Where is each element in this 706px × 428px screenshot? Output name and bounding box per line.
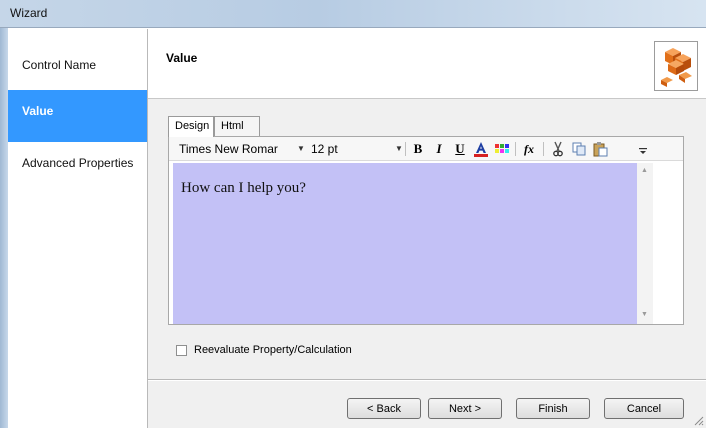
reevaluate-option: Reevaluate Property/Calculation [176, 344, 352, 356]
cubes-icon [661, 48, 692, 87]
highlight-color-button[interactable] [493, 140, 511, 158]
editor-toolbar: Times New Romar ▼ 12 pt ▼ B I U fx [169, 137, 683, 161]
font-family-select[interactable]: Times New Romar [179, 142, 278, 156]
editor-content[interactable]: How can I help you? [173, 163, 637, 324]
sidebar-item-label: Value [22, 104, 54, 118]
page-header: Value [148, 29, 706, 99]
divider-highlight [148, 380, 706, 381]
font-color-button[interactable] [472, 140, 490, 158]
scroll-up-icon[interactable]: ▲ [641, 167, 648, 174]
paste-button[interactable] [591, 140, 609, 158]
tab-html[interactable]: Html [214, 116, 260, 136]
copy-button[interactable] [570, 140, 588, 158]
toolbar-divider [515, 142, 516, 156]
chevron-down-icon[interactable]: ▼ [395, 144, 403, 153]
cancel-button[interactable]: Cancel [604, 398, 684, 419]
font-color-icon [474, 142, 488, 157]
copy-icon [572, 142, 586, 156]
toolbar-divider [543, 142, 544, 156]
bold-button[interactable]: B [409, 140, 427, 158]
wizard-logo [654, 41, 698, 91]
toolbar-divider [405, 142, 406, 156]
paste-icon [593, 142, 608, 157]
sidebar-item-advanced-properties[interactable]: Advanced Properties [8, 137, 147, 189]
overflow-chevron-icon [639, 148, 647, 154]
italic-button[interactable]: I [430, 140, 448, 158]
editor-text: How can I help you? [181, 180, 306, 196]
sidebar-item-control-name[interactable]: Control Name [8, 39, 147, 91]
editor-scrollbar[interactable]: ▲ ▼ [637, 163, 653, 324]
chevron-down-icon[interactable]: ▼ [297, 144, 305, 153]
cut-button[interactable] [549, 140, 567, 158]
color-grid-icon [495, 144, 509, 153]
next-button[interactable]: Next > [428, 398, 502, 419]
window-frame [0, 28, 8, 428]
sidebar-item-label: Control Name [22, 58, 97, 72]
formula-button[interactable]: fx [520, 140, 538, 158]
tab-label: Html [221, 120, 244, 132]
sidebar-item-label: Advanced Properties [22, 156, 134, 170]
reevaluate-label: Reevaluate Property/Calculation [194, 344, 352, 356]
finish-button[interactable]: Finish [516, 398, 590, 419]
tab-label: Design [175, 120, 210, 132]
page-title: Value [166, 51, 198, 65]
window-title: Wizard [10, 6, 48, 20]
scroll-down-icon[interactable]: ▼ [641, 311, 648, 318]
back-button[interactable]: < Back [347, 398, 421, 419]
title-bar: Wizard [0, 0, 706, 28]
toolbar-overflow-button[interactable] [637, 145, 649, 157]
reevaluate-checkbox[interactable] [176, 344, 187, 356]
rich-text-editor: Times New Romar ▼ 12 pt ▼ B I U fx How c… [168, 136, 684, 325]
wizard-sidebar: Control Name Value Advanced Properties [8, 29, 148, 428]
underline-button[interactable]: U [451, 140, 469, 158]
sidebar-item-value[interactable]: Value [8, 90, 147, 142]
tab-design[interactable]: Design [168, 116, 214, 137]
font-size-select[interactable]: 12 pt [311, 142, 338, 156]
scissors-icon [553, 141, 563, 157]
main-panel: Design Html Times New Romar ▼ 12 pt ▼ B … [148, 99, 706, 428]
resize-grip-icon[interactable] [692, 414, 704, 426]
